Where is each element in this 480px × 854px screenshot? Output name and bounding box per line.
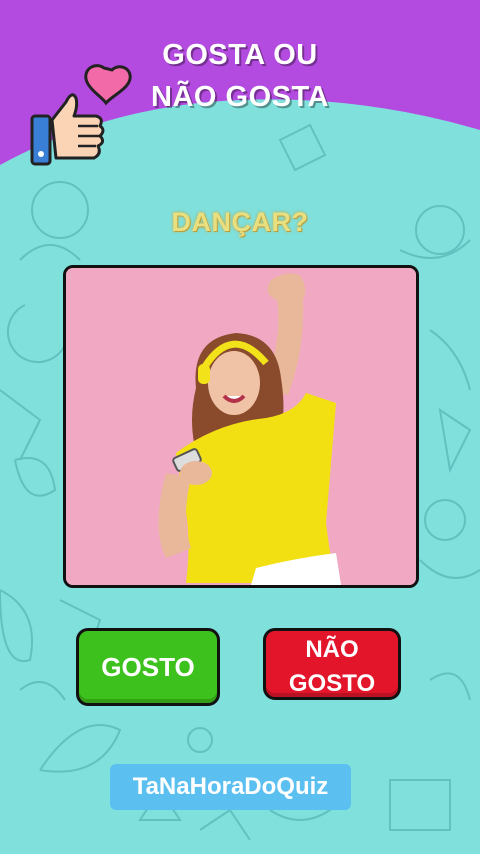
dislike-button[interactable]: NÃO GOSTO: [263, 628, 401, 700]
dislike-line-2: GOSTO: [288, 670, 376, 697]
page-title: GOSTA OU NÃO GOSTA: [120, 34, 360, 118]
question-text: DANÇAR?: [171, 207, 309, 237]
title-line-2: NÃO GOSTA: [151, 81, 329, 113]
dislike-line-1: NÃO: [305, 636, 359, 663]
thumbs-up-heart-icon: [30, 64, 132, 166]
title-line-1: GOSTA OU: [162, 39, 318, 71]
like-button[interactable]: GOSTO: [76, 628, 220, 706]
dancing-woman-icon: [66, 268, 416, 585]
channel-badge: TaNaHoraDoQuiz: [110, 764, 351, 810]
question-photo: [63, 265, 419, 588]
